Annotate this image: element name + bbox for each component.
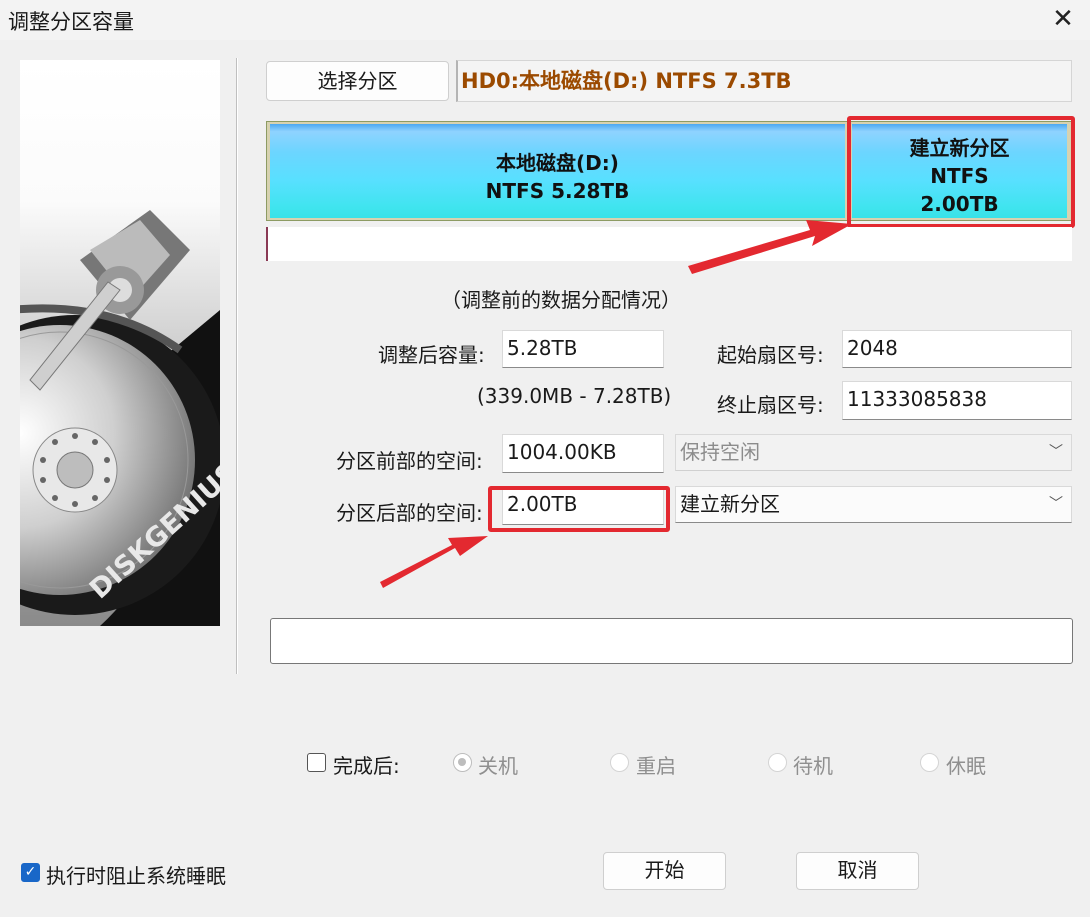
prevent-sleep-label: 执行时阻止系统睡眠 [46,864,226,888]
cancel-button[interactable]: 取消 [796,852,919,890]
radio-hibernate-label: 休眠 [946,754,986,778]
radio-standby-label: 待机 [793,754,833,778]
after-completion-label: 完成后: [333,754,400,778]
radio-restart[interactable] [610,753,629,772]
radio-standby[interactable] [768,753,787,772]
progress-bar [270,618,1073,664]
start-button[interactable]: 开始 [603,852,726,890]
arrow-to-space-after [380,536,488,588]
radio-hibernate[interactable] [920,753,939,772]
radio-shutdown[interactable] [453,753,472,772]
radio-restart-label: 重启 [636,754,676,778]
prevent-sleep-checkbox[interactable]: ✓ [21,863,40,882]
after-completion-checkbox[interactable] [307,753,326,772]
annotation-arrows [380,220,852,588]
arrow-to-new-partition [688,220,852,274]
radio-shutdown-label: 关机 [478,754,518,778]
